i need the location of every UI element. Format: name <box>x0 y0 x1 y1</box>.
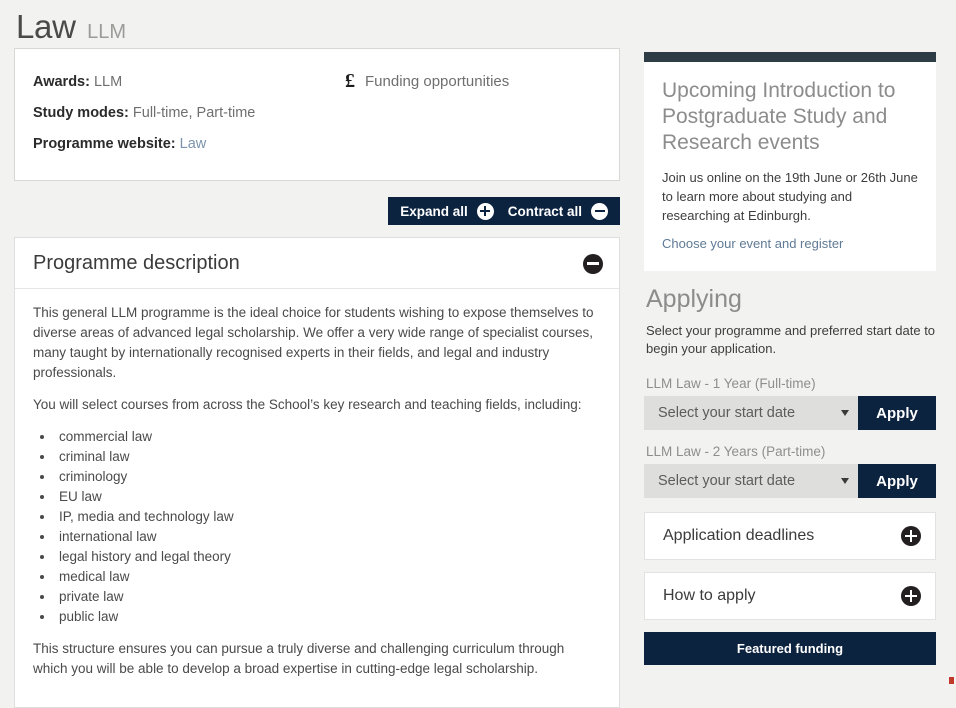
programme-website-link[interactable]: Law <box>180 136 207 152</box>
funding-opportunities-block: £ Funding opportunities <box>333 67 509 160</box>
fact-study-modes-label: Study modes: <box>33 105 129 121</box>
application-deadlines-label: Application deadlines <box>663 527 815 544</box>
list-item: public law <box>55 607 601 627</box>
apply-button-fulltime[interactable]: Apply <box>858 396 936 430</box>
minus-circle-icon <box>591 202 608 220</box>
list-item: criminology <box>55 467 601 487</box>
fact-awards-label: Awards: <box>33 74 90 90</box>
programme-paragraph-1: This general LLM programme is the ideal … <box>33 305 594 380</box>
contract-all-label: Contract all <box>507 203 582 219</box>
funding-opportunities-link[interactable]: Funding opportunities <box>365 73 509 90</box>
plus-circle-icon[interactable] <box>901 586 921 606</box>
list-item: IP, media and technology law <box>55 507 601 527</box>
events-body-text: Join us online on the 19th June or 26th … <box>662 170 918 223</box>
applying-section-title: Applying <box>646 285 742 313</box>
page-title: Law <box>16 8 76 45</box>
featured-funding-button[interactable]: Featured funding <box>644 632 936 665</box>
programme-description-title: Programme description <box>33 252 240 274</box>
list-item: medical law <box>55 567 601 587</box>
apply-row-parttime: Select your start date Apply <box>644 464 936 498</box>
fact-programme-website-label: Programme website: <box>33 136 176 152</box>
page-layout: Awards: LLM Study modes: Full-time, Part… <box>0 48 956 708</box>
list-item: private law <box>55 587 601 607</box>
contract-all-button[interactable]: Contract all <box>507 202 608 220</box>
minus-circle-icon[interactable] <box>583 253 603 274</box>
main-column: Awards: LLM Study modes: Full-time, Part… <box>14 48 620 708</box>
application-deadlines-accordion[interactable]: Application deadlines <box>644 512 936 560</box>
list-item: international law <box>55 527 601 547</box>
events-register-link[interactable]: Choose your event and register <box>662 236 843 251</box>
fact-programme-website: Programme website: Law <box>33 129 333 160</box>
events-card: Upcoming Introduction to Postgraduate St… <box>644 52 936 271</box>
funding-opportunities-row[interactable]: £ Funding opportunities <box>345 71 509 91</box>
programme-description-accordion: Programme description This general LLM p… <box>14 237 620 708</box>
programme-fields-list: commercial law criminal law criminology … <box>55 427 601 627</box>
programme-description-header[interactable]: Programme description <box>15 238 619 289</box>
chevron-down-icon <box>841 478 849 484</box>
expand-all-button[interactable]: Expand all <box>400 202 494 220</box>
plus-circle-icon <box>476 202 494 220</box>
start-date-select-value-parttime: Select your start date <box>658 473 796 489</box>
programme-description-body: This general LLM programme is the ideal … <box>15 289 619 707</box>
programme-paragraph-3: This structure ensures you can pursue a … <box>33 641 565 676</box>
apply-row-fulltime: Select your start date Apply <box>644 396 936 430</box>
programme-paragraph-2: You will select courses from across the … <box>33 397 582 412</box>
programme-option-label-fulltime: LLM Law - 1 Year (Full-time) <box>646 376 816 391</box>
pound-sterling-icon: £ <box>345 70 355 92</box>
fact-study-modes-value: Full-time, Part-time <box>132 105 256 121</box>
list-item: EU law <box>55 487 601 507</box>
events-card-content: Upcoming Introduction to Postgraduate St… <box>644 62 936 271</box>
events-card-topbar <box>644 52 936 62</box>
list-item: commercial law <box>55 427 601 447</box>
summary-facts-list: Awards: LLM Study modes: Full-time, Part… <box>33 67 333 160</box>
expand-all-label: Expand all <box>400 203 468 219</box>
start-date-select-fulltime[interactable]: Select your start date <box>644 396 858 430</box>
corner-marker <box>949 677 954 684</box>
fact-awards-value: LLM <box>93 74 123 90</box>
list-item: criminal law <box>55 447 601 467</box>
programme-option-label-parttime: LLM Law - 2 Years (Part-time) <box>646 444 826 459</box>
expand-contract-bar: Expand all Contract all <box>14 197 620 225</box>
start-date-select-value-fulltime: Select your start date <box>658 405 796 421</box>
page-subtitle: LLM <box>87 21 126 43</box>
expand-contract-group: Expand all Contract all <box>388 197 620 225</box>
apply-button-parttime[interactable]: Apply <box>858 464 936 498</box>
start-date-select-parttime[interactable]: Select your start date <box>644 464 858 498</box>
page-header: Law LLM <box>0 0 956 48</box>
chevron-down-icon <box>841 410 849 416</box>
fact-study-modes: Study modes: Full-time, Part-time <box>33 98 333 129</box>
how-to-apply-accordion[interactable]: How to apply <box>644 572 936 620</box>
applying-intro-text: Select your programme and preferred star… <box>646 323 936 356</box>
how-to-apply-label: How to apply <box>663 587 756 604</box>
events-title: Upcoming Introduction to Postgraduate St… <box>662 79 896 154</box>
plus-circle-icon[interactable] <box>901 526 921 546</box>
list-item: legal history and legal theory <box>55 547 601 567</box>
sidebar: Upcoming Introduction to Postgraduate St… <box>644 48 936 665</box>
programme-summary-box: Awards: LLM Study modes: Full-time, Part… <box>14 48 620 181</box>
fact-awards: Awards: LLM <box>33 67 333 98</box>
